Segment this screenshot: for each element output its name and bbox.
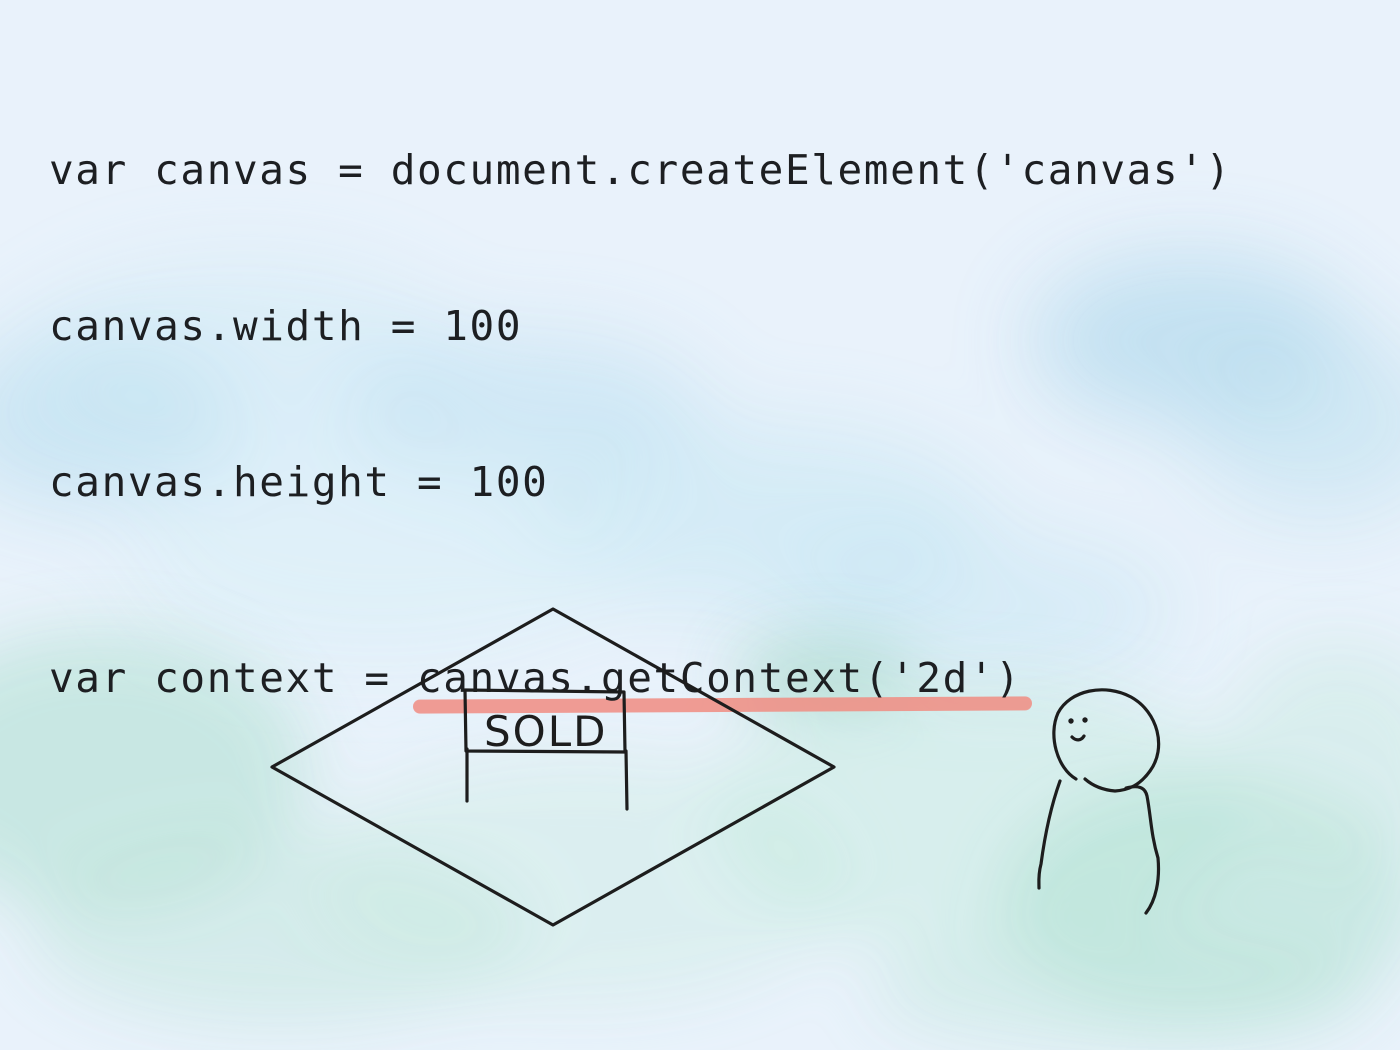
code-line-get-context: var context = canvas.getContext('2d') bbox=[49, 652, 1232, 714]
highlighted-code-text: canvas.getContext('2d') bbox=[416, 654, 1022, 702]
code-snippet: var canvas = document.createElement('can… bbox=[49, 40, 1232, 808]
code-line-canvas-height: canvas.height = 100 bbox=[49, 458, 549, 506]
code-line-canvas-width: canvas.width = 100 bbox=[49, 302, 523, 350]
slide-canvas: var canvas = document.createElement('can… bbox=[0, 0, 1400, 1050]
green-watercolor-wash bbox=[870, 930, 1370, 1050]
context-assignment-prefix: var context = bbox=[49, 654, 417, 702]
highlighted-context-call: canvas.getContext('2d') bbox=[412, 652, 1032, 714]
code-line-create-canvas: var canvas = document.createElement('can… bbox=[49, 146, 1232, 194]
